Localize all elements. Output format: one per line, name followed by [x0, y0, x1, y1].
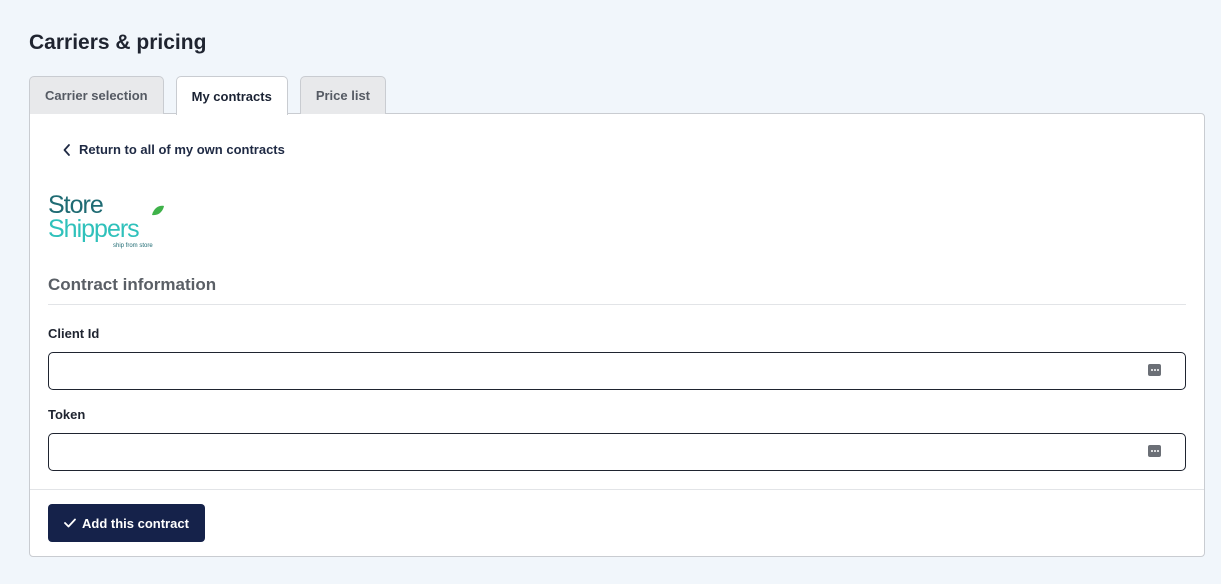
tab-price-list[interactable]: Price list	[299, 76, 387, 114]
section-divider	[48, 304, 1186, 305]
page-title: Carriers & pricing	[29, 31, 207, 54]
leaf-icon	[152, 205, 164, 216]
client-id-input[interactable]	[49, 353, 1185, 389]
contract-card: Return to all of my own contracts Store …	[29, 113, 1205, 557]
chevron-left-icon	[63, 143, 70, 156]
add-contract-button[interactable]: Add this contract	[48, 504, 205, 542]
logo-line2: Shippers	[48, 215, 139, 243]
client-id-field[interactable]	[48, 352, 1186, 390]
tab-my-contracts[interactable]: My contracts	[175, 76, 288, 115]
footer-divider	[30, 489, 1204, 490]
add-contract-label: Add this contract	[82, 515, 189, 531]
token-label: Token	[48, 407, 86, 422]
client-id-label: Client Id	[48, 326, 100, 341]
store-shippers-logo: Store Shippers ship from store	[48, 191, 164, 249]
token-input[interactable]	[49, 434, 1185, 470]
logo-tagline: ship from store	[113, 243, 153, 249]
password-manager-icon[interactable]	[1148, 364, 1161, 376]
back-to-contracts-link[interactable]: Return to all of my own contracts	[62, 142, 285, 157]
tab-bar: Carrier selection My contracts Price lis…	[29, 76, 387, 115]
section-title: Contract information	[48, 275, 217, 294]
token-field[interactable]	[48, 433, 1186, 471]
check-icon	[64, 518, 76, 528]
back-link-label: Return to all of my own contracts	[79, 142, 285, 157]
password-manager-icon[interactable]	[1148, 445, 1161, 457]
tab-carrier-selection[interactable]: Carrier selection	[29, 76, 164, 114]
